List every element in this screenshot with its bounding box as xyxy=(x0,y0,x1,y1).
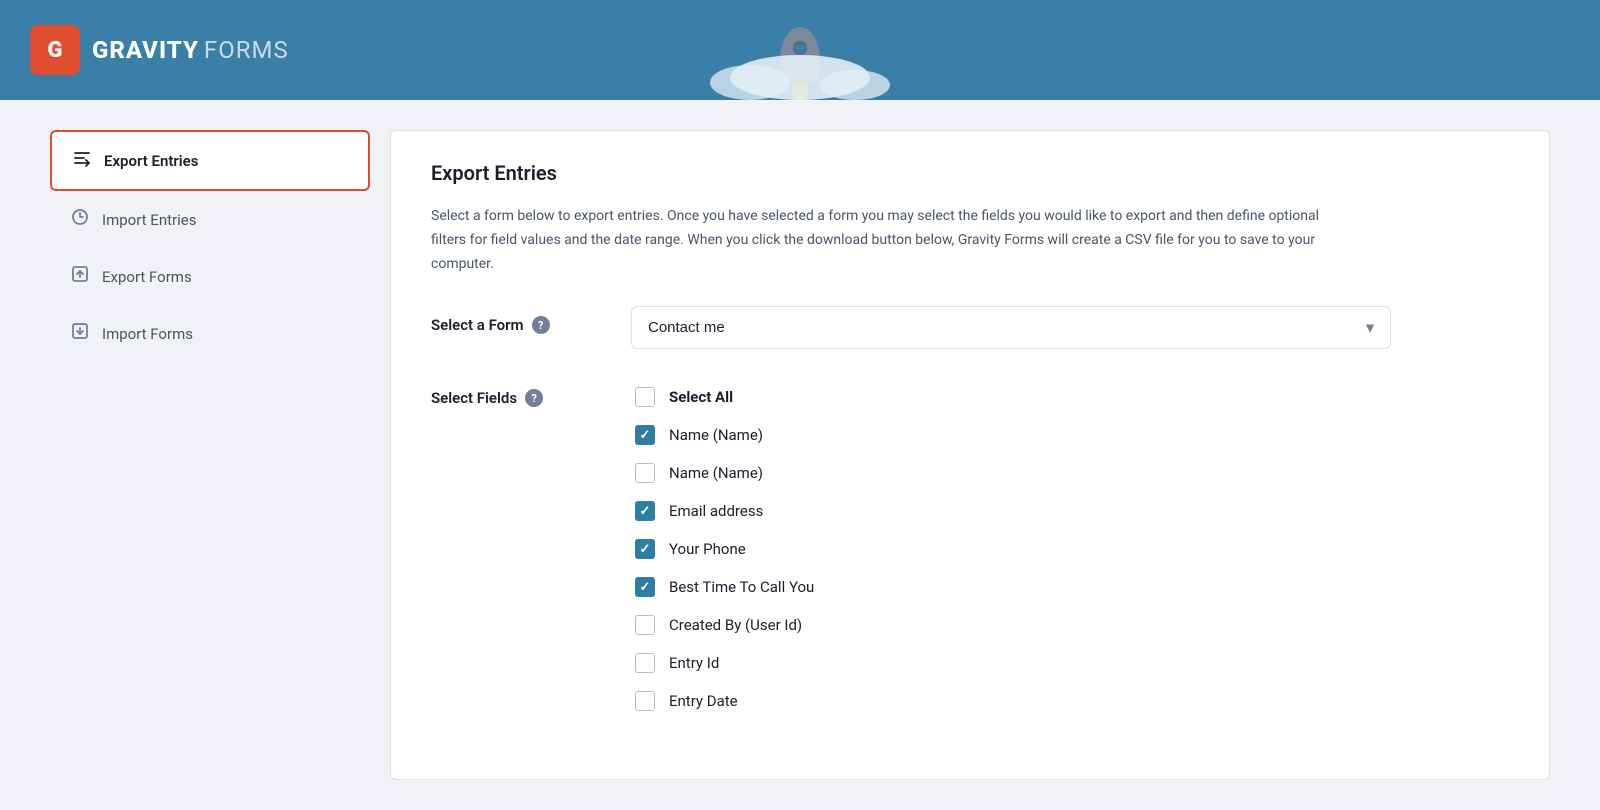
select-fields-help-icon[interactable]: ? xyxy=(525,389,543,407)
field-item-name-1[interactable]: Name (Name) xyxy=(631,417,1509,453)
checkbox-name-2[interactable] xyxy=(635,463,655,483)
help-question-mark: ? xyxy=(538,319,543,332)
field-item-entry-date[interactable]: Entry Date xyxy=(631,683,1509,719)
field-label-phone: Your Phone xyxy=(669,540,746,558)
checkbox-entry-date[interactable] xyxy=(635,691,655,711)
page-title: Export Entries xyxy=(431,161,1509,185)
export-entries-icon xyxy=(72,148,92,173)
logo-letter: G xyxy=(48,38,63,63)
content-area: Export Entries Select a form below to ex… xyxy=(390,130,1550,780)
sidebar-item-export-forms[interactable]: Export Forms xyxy=(50,248,370,305)
checkbox-select-all[interactable] xyxy=(635,387,655,407)
checkbox-created-by[interactable] xyxy=(635,615,655,635)
select-fields-row: Select Fields ? Select All Name (Name) xyxy=(431,379,1509,719)
sidebar-item-import-forms-label: Import Forms xyxy=(102,325,193,343)
checkbox-name-1[interactable] xyxy=(635,425,655,445)
select-fields-label-col: Select Fields ? xyxy=(431,379,591,407)
fields-list: Select All Name (Name) Name (Name) xyxy=(631,379,1509,719)
select-form-row: Select a Form ? Contact me ▼ xyxy=(431,306,1509,349)
rocket-window xyxy=(793,41,807,55)
import-forms-icon xyxy=(70,321,90,346)
field-item-email[interactable]: Email address xyxy=(631,493,1509,529)
field-label-name-2: Name (Name) xyxy=(669,464,763,482)
sidebar: Export Entries Import Entries Export For… xyxy=(50,130,370,780)
page-description: Select a form below to export entries. O… xyxy=(431,205,1331,276)
sidebar-item-import-forms[interactable]: Import Forms xyxy=(50,305,370,362)
field-label-created-by: Created By (User Id) xyxy=(669,616,802,634)
select-fields-label: Select Fields xyxy=(431,389,517,407)
logo-gravity: GRAVITY xyxy=(92,36,199,64)
field-item-entry-id[interactable]: Entry Id xyxy=(631,645,1509,681)
sidebar-item-import-entries-label: Import Entries xyxy=(102,211,196,229)
checkbox-email[interactable] xyxy=(635,501,655,521)
sidebar-item-import-entries[interactable]: Import Entries xyxy=(50,191,370,248)
select-form-label-col: Select a Form ? xyxy=(431,306,591,334)
logo-forms: FORMS xyxy=(204,36,289,64)
field-item-name-2[interactable]: Name (Name) xyxy=(631,455,1509,491)
field-label-entry-id: Entry Id xyxy=(669,654,719,672)
export-forms-icon xyxy=(70,264,90,289)
select-form-control: Contact me ▼ xyxy=(631,306,1509,349)
field-label-email: Email address xyxy=(669,502,763,520)
cloud-main xyxy=(730,55,870,100)
field-label-best-time: Best Time To Call You xyxy=(669,578,814,596)
select-form-help-icon[interactable]: ? xyxy=(532,316,550,334)
sidebar-item-export-forms-label: Export Forms xyxy=(102,268,192,286)
field-item-best-time[interactable]: Best Time To Call You xyxy=(631,569,1509,605)
select-form-label: Select a Form xyxy=(431,316,524,334)
logo-area: G GRAVITY FORMS xyxy=(30,25,289,75)
logo-text: GRAVITY FORMS xyxy=(92,36,289,64)
form-select-wrapper: Contact me ▼ xyxy=(631,306,1391,349)
checkbox-best-time[interactable] xyxy=(635,577,655,597)
sidebar-item-export-entries[interactable]: Export Entries xyxy=(50,130,370,191)
rocket-illustration xyxy=(780,27,820,100)
field-label-name-1: Name (Name) xyxy=(669,426,763,444)
sidebar-item-export-entries-label: Export Entries xyxy=(104,152,198,170)
fields-help-question-mark: ? xyxy=(531,392,536,405)
checkbox-entry-id[interactable] xyxy=(635,653,655,673)
form-select[interactable]: Contact me xyxy=(631,306,1391,349)
app-header: G GRAVITY FORMS xyxy=(0,0,1600,100)
field-label-entry-date: Entry Date xyxy=(669,692,738,710)
logo-icon: G xyxy=(30,25,80,75)
checkbox-phone[interactable] xyxy=(635,539,655,559)
field-item-created-by[interactable]: Created By (User Id) xyxy=(631,607,1509,643)
field-label-select-all: Select All xyxy=(669,388,733,406)
main-wrapper: Export Entries Import Entries Export For… xyxy=(20,100,1580,810)
field-item-phone[interactable]: Your Phone xyxy=(631,531,1509,567)
fields-control: Select All Name (Name) Name (Name) xyxy=(631,379,1509,719)
field-item-select-all[interactable]: Select All xyxy=(631,379,1509,415)
import-entries-icon xyxy=(70,207,90,232)
